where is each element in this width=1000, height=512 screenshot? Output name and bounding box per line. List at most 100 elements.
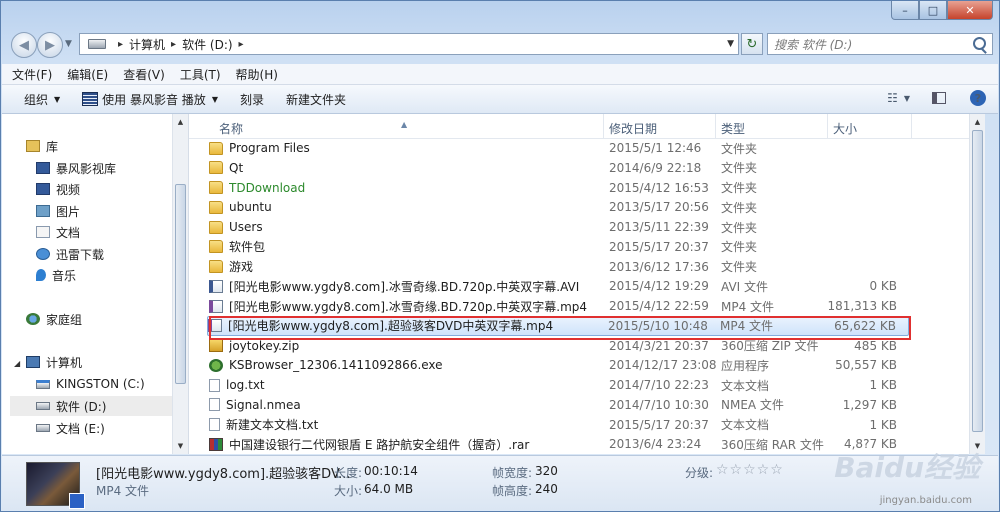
nav-library-item[interactable]: 暴风影视库 bbox=[36, 158, 116, 178]
menu-file[interactable]: 文件(F) bbox=[12, 66, 52, 83]
file-name: Program Files bbox=[229, 141, 310, 155]
file-row[interactable]: [阳光电影www.ygdy8.com].冰雪奇缘.BD.720p.中英双字幕.A… bbox=[209, 276, 909, 296]
nav-libraries[interactable]: 库 bbox=[26, 136, 58, 156]
breadcrumb-drive[interactable]: 软件 (D:) bbox=[182, 36, 232, 53]
file-list-scrollbar[interactable]: ▲ ▼ bbox=[969, 114, 985, 454]
folder-icon bbox=[209, 141, 223, 155]
menu-edit[interactable]: 编辑(E) bbox=[67, 66, 108, 83]
details-height-value[interactable]: 240 bbox=[535, 482, 558, 496]
text-file-icon bbox=[209, 418, 220, 431]
file-row[interactable]: Users 2013/5/11 22:39 文件夹 bbox=[209, 217, 909, 237]
details-length-value[interactable]: 00:10:14 bbox=[364, 464, 418, 478]
breadcrumb-computer[interactable]: 计算机 bbox=[129, 36, 165, 53]
file-size: 1,297 KB bbox=[842, 397, 897, 412]
menu-tools[interactable]: 工具(T) bbox=[180, 66, 221, 83]
collapse-arrow-icon[interactable]: ◢ bbox=[14, 359, 20, 368]
file-date: 2014/3/21 20:37 bbox=[609, 338, 709, 353]
column-divider[interactable] bbox=[715, 114, 716, 138]
file-row[interactable]: 游戏 2013/6/12 17:36 文件夹 bbox=[209, 257, 909, 277]
column-type[interactable]: 类型 bbox=[721, 120, 745, 137]
view-mode-dropdown-icon[interactable]: ▼ bbox=[904, 94, 910, 103]
details-file-name: [阳光电影www.ygdy8.com].超验骇客DV... bbox=[96, 467, 351, 482]
file-name: log.txt bbox=[226, 378, 265, 392]
file-row[interactable]: Qt 2014/6/9 22:18 文件夹 bbox=[209, 158, 909, 178]
column-size[interactable]: 大小 bbox=[833, 120, 857, 137]
file-size: 181,313 KB bbox=[827, 299, 897, 313]
nav-library-item[interactable]: 文档 bbox=[36, 222, 80, 242]
search-icon[interactable] bbox=[973, 37, 986, 50]
details-rating-label: 分级: bbox=[685, 466, 714, 480]
column-divider[interactable] bbox=[603, 114, 604, 138]
file-row[interactable]: [阳光电影www.ygdy8.com].冰雪奇缘.BD.720p.中英双字幕.m… bbox=[209, 296, 909, 316]
address-history-chevron-icon[interactable]: ▼ bbox=[727, 39, 734, 49]
nav-pane-scrollbar[interactable]: ▲ ▼ bbox=[172, 114, 188, 454]
nav-library-item[interactable]: 迅雷下载 bbox=[36, 244, 104, 264]
file-row[interactable]: KSBrowser_12306.1411092866.exe 2014/12/17… bbox=[209, 355, 909, 375]
nav-drive[interactable]: 文档 (E:) bbox=[36, 418, 105, 438]
file-row[interactable]: ubuntu 2013/5/17 20:56 文件夹 bbox=[209, 197, 909, 217]
nav-computer[interactable]: 计算机 bbox=[26, 352, 82, 372]
details-width-value[interactable]: 320 bbox=[535, 464, 558, 478]
nav-library-item[interactable]: 视频 bbox=[36, 179, 80, 199]
menu-view[interactable]: 查看(V) bbox=[123, 66, 165, 83]
play-with-label: 使用 暴风影音 播放 bbox=[102, 92, 206, 107]
new-folder-button[interactable]: 新建文件夹 bbox=[286, 91, 346, 108]
maximize-button[interactable]: □ bbox=[919, 1, 947, 20]
column-date[interactable]: 修改日期 bbox=[609, 120, 657, 137]
file-row[interactable]: 软件包 2015/5/17 20:37 文件夹 bbox=[209, 237, 909, 257]
play-with-button[interactable]: 使用 暴风影音 播放 ▼ bbox=[82, 91, 218, 108]
nav-homegroup[interactable]: 家庭组 bbox=[26, 309, 82, 329]
organize-button[interactable]: 组织 ▼ bbox=[24, 91, 60, 108]
nav-drive-selected[interactable]: 软件 (D:) bbox=[10, 396, 184, 416]
scroll-up-arrow-icon[interactable]: ▲ bbox=[173, 114, 188, 130]
column-name[interactable]: 名称 bbox=[219, 120, 243, 137]
address-bar[interactable]: ▸ 计算机 ▸ 软件 (D:) ▸ ▼ bbox=[79, 33, 739, 55]
file-type: 应用程序 bbox=[721, 358, 770, 373]
view-mode-icon[interactable]: ☷ bbox=[887, 91, 898, 105]
scroll-up-arrow-icon[interactable]: ▲ bbox=[970, 114, 985, 130]
scroll-thumb[interactable] bbox=[972, 130, 983, 432]
file-row[interactable]: 中国建设银行二代网银盾 E 路护航安全组件（握奇）.rar 2013/6/4 23… bbox=[209, 434, 909, 454]
menu-help[interactable]: 帮助(H) bbox=[236, 66, 278, 83]
file-row[interactable]: joytokey.zip 2014/3/21 20:37 360压缩 ZIP 文件 4… bbox=[209, 336, 909, 356]
refresh-button[interactable]: ↻ bbox=[741, 33, 763, 55]
breadcrumb-separator-icon[interactable]: ▸ bbox=[118, 39, 123, 50]
pictures-icon bbox=[36, 205, 50, 217]
column-divider[interactable] bbox=[911, 114, 912, 138]
nav-drive[interactable]: KINGSTON (C:) bbox=[36, 374, 145, 394]
burn-button[interactable]: 刻录 bbox=[240, 91, 264, 108]
nav-item-label: 音乐 bbox=[52, 268, 77, 283]
file-type: MP4 文件 bbox=[721, 299, 775, 314]
file-row-selected[interactable]: [阳光电影www.ygdy8.com].超验骇客DVD中英双字幕.mp4 2015… bbox=[207, 315, 909, 336]
file-row[interactable]: 新建文本文档.txt 2015/5/17 20:37 文本文档 1 KB bbox=[209, 415, 909, 435]
search-input[interactable]: 搜索 软件 (D:) bbox=[767, 33, 993, 55]
breadcrumb-separator-icon[interactable]: ▸ bbox=[239, 39, 244, 50]
file-row[interactable]: Program Files 2015/5/1 12:46 文件夹 bbox=[209, 138, 909, 158]
close-button[interactable]: ✕ bbox=[947, 1, 993, 20]
rating-stars[interactable]: ☆☆☆☆☆ bbox=[716, 462, 784, 478]
minimize-button[interactable]: – bbox=[891, 1, 919, 20]
scroll-down-arrow-icon[interactable]: ▼ bbox=[173, 438, 188, 454]
breadcrumb-separator-icon[interactable]: ▸ bbox=[171, 39, 176, 50]
help-icon[interactable]: ? bbox=[970, 90, 986, 106]
file-row[interactable]: Signal.nmea 2014/7/10 10:30 NMEA 文件 1,297 K… bbox=[209, 395, 909, 415]
preview-pane-icon[interactable] bbox=[932, 92, 946, 104]
forward-button[interactable]: ▶ bbox=[37, 32, 63, 58]
nav-library-item[interactable]: 图片 bbox=[36, 201, 80, 221]
column-divider[interactable] bbox=[827, 114, 828, 138]
file-row[interactable]: log.txt 2014/7/10 22:23 文本文档 1 KB bbox=[209, 375, 909, 395]
nav-item-label: 文档 bbox=[56, 225, 81, 240]
file-date: 2015/5/17 20:37 bbox=[609, 417, 709, 432]
recent-pages-dropdown[interactable]: ▼ bbox=[65, 39, 72, 49]
nav-library-item[interactable]: 音乐 bbox=[36, 265, 76, 285]
file-date: 2013/5/17 20:56 bbox=[609, 200, 709, 215]
file-type: NMEA 文件 bbox=[721, 398, 784, 413]
file-date: 2013/6/4 23:24 bbox=[609, 437, 702, 452]
back-button[interactable]: ◀ bbox=[11, 32, 37, 58]
command-bar: 组织 ▼ 使用 暴风影音 播放 ▼ 刻录 新建文件夹 ☷ ▼ ? bbox=[2, 85, 998, 114]
refresh-icon: ↻ bbox=[746, 36, 758, 52]
avi-video-icon bbox=[209, 279, 223, 293]
file-type: 文件夹 bbox=[721, 220, 758, 235]
file-row[interactable]: TDDownload 2015/4/12 16:53 文件夹 bbox=[209, 178, 909, 198]
scroll-thumb[interactable] bbox=[175, 184, 186, 384]
